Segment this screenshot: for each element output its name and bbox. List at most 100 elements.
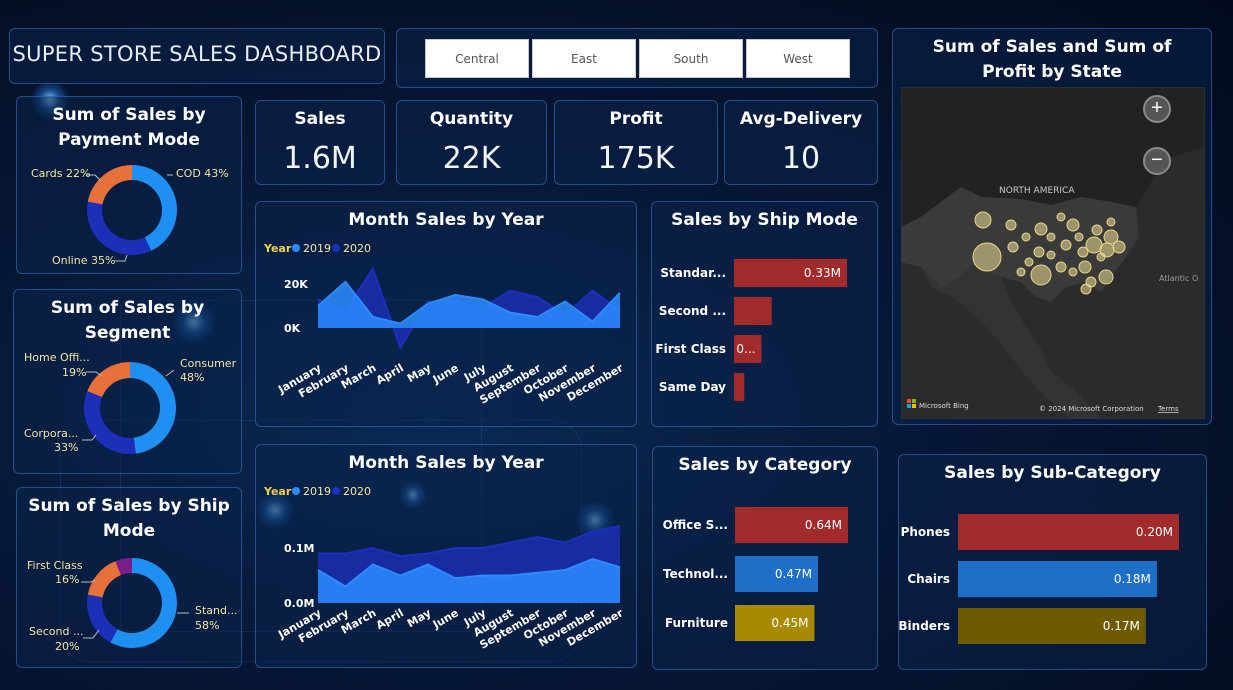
donut-slice[interactable] — [87, 561, 121, 598]
category-label: Same Day — [659, 380, 726, 394]
kpi-value: 175K — [597, 141, 675, 176]
state-bubble[interactable] — [972, 242, 1002, 272]
donut-slice[interactable] — [87, 594, 118, 643]
slice-label: Home Offi... — [24, 351, 90, 364]
region-button-central[interactable]: Central — [425, 39, 529, 78]
donut-slice[interactable] — [132, 165, 178, 251]
ship-mode-donut-panel: Sum of Sales by Ship Mode Stand... 58% Sec… — [16, 487, 242, 668]
slice-label: COD 43% — [176, 167, 229, 180]
legend-marker[interactable] — [292, 244, 300, 252]
payment-mode-chart-panel: Sum of Sales by Payment Mode COD 43% Onli… — [16, 96, 242, 274]
legend-title: Year — [263, 242, 292, 255]
state-bubble[interactable] — [1021, 232, 1031, 242]
map-terms-link[interactable]: Terms — [1157, 405, 1179, 413]
state-bubble[interactable] — [1034, 222, 1048, 236]
kpi-card-sales: Sales 1.6M — [255, 100, 385, 185]
category-label: Office S... — [663, 518, 728, 532]
map-zoom-in-button[interactable]: + — [1143, 95, 1171, 123]
map-label-north-america: NORTH AMERICA — [999, 186, 1075, 196]
state-bubble[interactable] — [1066, 218, 1080, 232]
bar-value-label: 0... — [736, 342, 755, 356]
region-button-west[interactable]: West — [746, 39, 850, 78]
category-label: Furniture — [665, 616, 728, 630]
segment-donut[interactable]: Consumer48% Corpora...33% Home Offi... 19% — [14, 290, 243, 475]
dashboard-title-panel: SUPER STORE SALES DASHBOARD — [9, 28, 385, 84]
state-bubble[interactable] — [1016, 267, 1026, 277]
state-bubble[interactable] — [1080, 283, 1092, 295]
legend-marker[interactable] — [332, 244, 340, 252]
bar-value-label: 0.64M — [805, 518, 842, 532]
x-tick-label: May — [405, 361, 433, 385]
state-bubble[interactable] — [1060, 239, 1072, 251]
legend-title: Year — [263, 485, 292, 498]
donut-slice[interactable] — [87, 362, 130, 397]
state-bubble[interactable] — [1030, 264, 1052, 286]
category-label: First Class — [655, 342, 726, 356]
state-bubble[interactable] — [1074, 232, 1084, 242]
bing-logo: Microsoft Bing — [919, 402, 969, 410]
bar[interactable] — [734, 297, 772, 325]
legend-item[interactable]: 2019 — [303, 485, 331, 498]
state-bubble[interactable] — [1024, 257, 1034, 267]
kpi-value: 22K — [442, 141, 501, 176]
category-label: Technol... — [663, 567, 728, 581]
bar-value-label: 0.33M — [804, 266, 841, 280]
legend-marker[interactable] — [332, 487, 340, 495]
region-button-south[interactable]: South — [639, 39, 743, 78]
subcategory-bar-chart[interactable]: Phones 0.20M Chairs 0.18M Binders 0.17M — [899, 455, 1208, 671]
state-bubble[interactable] — [974, 211, 992, 229]
kpi-label: Sales — [294, 109, 346, 129]
donut-slice[interactable] — [86, 201, 152, 255]
state-bubble[interactable] — [1005, 219, 1017, 231]
state-bubble[interactable] — [1046, 250, 1056, 260]
slice-label: Consumer — [180, 357, 237, 370]
state-bubble[interactable] — [1033, 246, 1045, 258]
month-sales-area-chart[interactable]: Year 2019 20200.1M0.0MJanuaryFebruaryMarch… — [256, 445, 638, 669]
state-bubble[interactable] — [1068, 267, 1078, 277]
payment-mode-donut[interactable]: COD 43% Online 35% Cards 22% — [17, 97, 243, 275]
state-bubble[interactable] — [1085, 236, 1103, 254]
donut-slice[interactable] — [87, 165, 132, 205]
state-bubble[interactable] — [1091, 224, 1103, 236]
slice-label: Cards 22% — [31, 167, 90, 180]
state-bubble[interactable] — [1106, 217, 1116, 227]
month-sales-area-chart[interactable]: Year 2019 202020K0KJanuaryFebruaryMarchApr… — [256, 202, 638, 428]
legend-marker[interactable] — [292, 487, 300, 495]
legend-item[interactable]: 2019 — [303, 242, 331, 255]
map-attribution: © 2024 Microsoft Corporation — [1039, 405, 1144, 413]
state-bubble[interactable] — [1056, 212, 1066, 222]
bar-value-label: 0.20M — [1136, 525, 1173, 539]
slice-percent-label: 48% — [180, 371, 204, 384]
segment-chart-panel: Sum of Sales by Segment Consumer 48% Corpo… — [13, 289, 242, 474]
donut-slice[interactable] — [130, 362, 177, 454]
state-bubble[interactable] — [1112, 240, 1126, 254]
legend-item[interactable]: 2020 — [343, 242, 371, 255]
map-zoom-out-button[interactable]: − — [1143, 147, 1171, 175]
state-bubble-map[interactable]: NORTH AMERICA Atlantic O Microsoft Bing … — [901, 87, 1205, 419]
state-bubble[interactable] — [1098, 269, 1114, 285]
ship-mode-bar-chart[interactable]: Standar... 0.33M Second ... First Class 0...… — [652, 202, 879, 428]
subcategory-bar-panel: Sales by Sub-Category Phones 0.20M Chairs 0… — [898, 454, 1207, 670]
state-bubble[interactable] — [1055, 261, 1067, 273]
y-tick-label: 0K — [284, 322, 301, 335]
category-label: Binders — [899, 619, 950, 633]
chart-title: Sum of Sales and Sum of Profit by State — [932, 37, 1172, 82]
state-bubble[interactable] — [1046, 232, 1056, 242]
state-bubble[interactable] — [1007, 241, 1019, 253]
bar-value-label: 0.18M — [1114, 572, 1151, 586]
state-bubble[interactable] — [1078, 260, 1092, 274]
region-button-east[interactable]: East — [532, 39, 636, 78]
slice-percent-label: 19% — [62, 366, 86, 379]
slice-label: Corpora... — [24, 427, 78, 440]
x-tick-label: June — [430, 361, 461, 386]
category-label: Chairs — [907, 572, 950, 586]
category-bar-chart[interactable]: Office S... 0.64M Technol... 0.47M Furniture… — [653, 447, 879, 671]
donut-slice[interactable] — [83, 391, 136, 454]
month-sales-chart-panel-1: Month Sales by Year Year 2019 2020 20K 0K Jan… — [255, 201, 637, 427]
bar[interactable] — [734, 373, 745, 401]
region-slicer: Central East South West — [396, 28, 878, 88]
legend-item[interactable]: 2020 — [343, 485, 371, 498]
ship-mode-donut[interactable]: Stand... 58% Second ... 20% First Class16% — [17, 488, 243, 669]
category-label: Second ... — [659, 304, 726, 318]
ship-mode-bar-panel: Sales by Ship Mode Standar... 0.33M Second… — [651, 201, 878, 427]
